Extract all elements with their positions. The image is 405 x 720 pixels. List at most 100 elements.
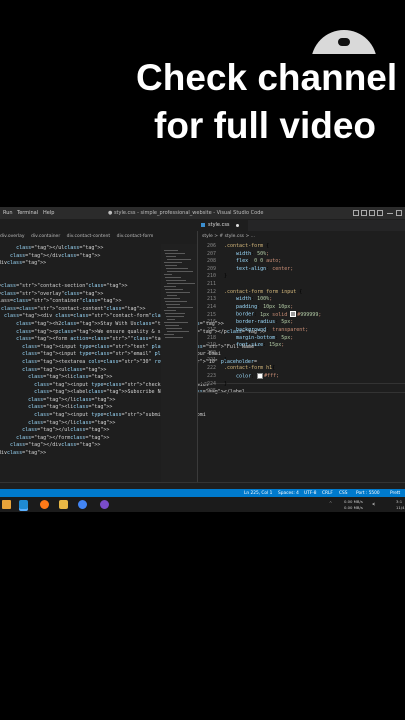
code-line[interactable]: 212 .contact-form form input { [200, 289, 321, 297]
minimap-line [167, 307, 193, 308]
window-title: ● style.css - simple_professional_websit… [108, 210, 264, 216]
breadcrumb-item[interactable]: div.contact-form [117, 234, 154, 239]
status-live-server[interactable]: Port : 5500 [356, 491, 380, 496]
breadcrumb-item[interactable]: div.container [31, 234, 60, 239]
code-line[interactable]: 206 .contact-form { [200, 243, 321, 251]
status-eol[interactable]: CRLF [322, 491, 333, 496]
minimap-line [164, 286, 176, 287]
breadcrumb-item[interactable]: div.overlay [0, 234, 25, 239]
network-download-speed: 0.00 MB/s [344, 505, 363, 510]
volume-icon[interactable]: ◂) [372, 501, 375, 506]
minimap-line [166, 280, 186, 281]
code-line[interactable]: 220 [200, 350, 321, 358]
code-line[interactable]: 207 width: 50%; [200, 251, 321, 259]
customize-layout-icon[interactable] [377, 210, 383, 216]
maximize-icon[interactable] [396, 210, 402, 216]
minimap-line [165, 301, 187, 302]
panel-toggle-icon[interactable] [361, 210, 367, 216]
vscode-taskbar-icon[interactable] [19, 500, 28, 509]
minimap-line [167, 259, 191, 260]
code-line[interactable]: 211 [200, 281, 321, 289]
video-caption-overlay: Check channel for full video [0, 0, 405, 200]
minimap-line [164, 274, 172, 275]
tab-style-css[interactable]: style.css [198, 220, 248, 231]
minimap-line [167, 271, 193, 272]
breadcrumb: div.overlay div.container div.contact-co… [0, 234, 200, 244]
status-bar: Ln 225, Col 1 Spaces: 4 UTF-8 CRLF CSS P… [0, 489, 405, 497]
code-line[interactable]: 209 text-align: center; [200, 266, 321, 274]
layout-toggle-icon[interactable] [353, 210, 359, 216]
css-file-icon [201, 223, 205, 227]
code-line[interactable]: 208 flex: 0 0 auto; [200, 258, 321, 266]
status-language[interactable]: CSS [339, 491, 347, 496]
code-line[interactable]: 221} [200, 357, 321, 365]
minimap-line [165, 289, 183, 290]
menu-run[interactable]: Run [3, 210, 13, 216]
code-line[interactable]: 210} [200, 273, 321, 281]
status-indentation[interactable]: Spaces: 4 [278, 491, 299, 496]
code-line[interactable]: 214 padding: 10px 10px; [200, 304, 321, 312]
minimap-line [165, 277, 181, 278]
menu-terminal[interactable]: Terminal [17, 210, 38, 216]
menu-help[interactable]: Help [43, 210, 54, 216]
title-bar: Run Terminal Help ● style.css - simple_p… [0, 207, 405, 219]
minimap-line [167, 283, 195, 284]
code-line[interactable]: class="tag"><input type=class="str">"sub… [0, 412, 266, 420]
editor-divider[interactable] [197, 231, 198, 489]
minimap-line [164, 298, 180, 299]
minimap-line [166, 268, 188, 269]
chrome-icon[interactable] [78, 500, 87, 509]
code-line[interactable]: 213 width: 100%; [200, 296, 321, 304]
code-line[interactable]: 223 color: #fff; [200, 372, 321, 381]
minimap-line [166, 304, 180, 305]
code-line[interactable]: 225 [200, 388, 321, 396]
code-line[interactable]: class="tag"></formclass="tag">> [0, 435, 266, 443]
status-cursor-position[interactable]: Ln 225, Col 1 [244, 491, 272, 496]
editor-tab-strip: style.css [198, 220, 405, 231]
caption-line-2: for full video [154, 105, 376, 146]
caption-line-1: Check channel [136, 57, 398, 98]
code-line[interactable]: class="tag"></liclass="tag">> [0, 397, 266, 405]
code-line[interactable]: 224} [200, 381, 321, 389]
minimap-line [166, 256, 176, 257]
status-encoding[interactable]: UTF-8 [304, 491, 317, 496]
app-icon[interactable] [100, 500, 109, 509]
code-line[interactable]: class="tag"></divclass="tag">> [0, 442, 266, 450]
code-line[interactable]: 219 font-size: 15px; [200, 342, 321, 350]
widgets-icon[interactable] [2, 500, 11, 509]
minimize-icon[interactable] [387, 213, 393, 214]
code-line[interactable]: 216 border-radius: 5px; [200, 319, 321, 327]
clock-time[interactable]: 3:1 [396, 499, 402, 504]
css-breadcrumb[interactable]: style > # style.css > ... [202, 234, 255, 239]
status-prettier[interactable]: Prett [390, 491, 400, 496]
tray-chevron-icon[interactable]: ^ [329, 500, 332, 505]
code-line[interactable]: class="tag"><liclass="tag">> [0, 404, 266, 412]
minimap-line [167, 319, 175, 320]
firefox-icon[interactable] [40, 500, 49, 509]
clock-date[interactable]: 11/4 [396, 505, 405, 510]
minimap-line [164, 262, 182, 263]
tab-label: style.css [208, 222, 230, 228]
file-explorer-icon[interactable] [59, 500, 68, 509]
unsaved-dot-icon[interactable] [236, 224, 239, 227]
minimap-line [167, 295, 177, 296]
minimap[interactable] [161, 244, 197, 489]
minimap-line [164, 322, 188, 323]
network-upload-speed: 0.00 MB/s [344, 499, 363, 504]
minimap-line [167, 331, 189, 332]
minimap-line [165, 265, 177, 266]
code-line[interactable]: 215 border: 1px solid #999999; [200, 311, 321, 319]
vscode-window: Run Terminal Help ● style.css - simple_p… [0, 207, 405, 512]
code-line[interactable]: 218 margin-bottom: 5px; [200, 335, 321, 343]
code-line[interactable]: class="tag"></liclass="tag">> [0, 420, 266, 428]
code-line[interactable]: 222 .contact-form h1{ [200, 365, 321, 373]
taskbar: ^ 0.00 MB/s 0.00 MB/s ◂) 3:1 11/4 [0, 497, 405, 512]
minimap-line [164, 310, 176, 311]
code-line[interactable]: divclass="tag">> [0, 450, 266, 458]
css-code[interactable]: 206 .contact-form {207 width: 50%; 208 fle… [200, 243, 321, 396]
sidebar-toggle-icon[interactable] [369, 210, 375, 216]
code-line[interactable]: class="tag"></ulclass="tag">> [0, 427, 266, 435]
breadcrumb-item[interactable]: div.contact-content [67, 234, 111, 239]
code-line[interactable]: 217 background: transparent; [200, 327, 321, 335]
minimap-line [165, 253, 185, 254]
